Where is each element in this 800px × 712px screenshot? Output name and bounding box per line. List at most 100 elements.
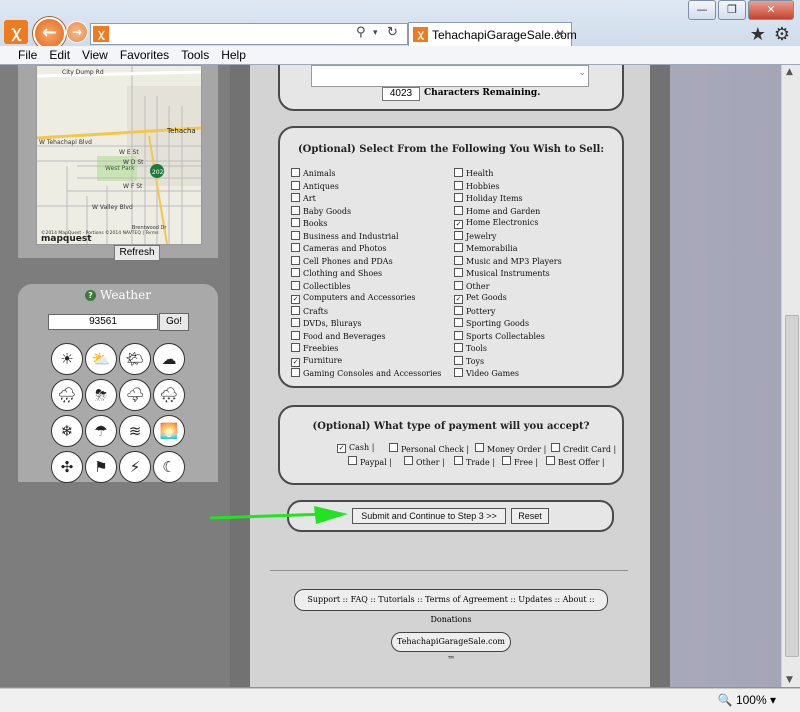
category-checkbox-item[interactable]: ✓ Computers and Accessories xyxy=(291,293,416,304)
browser-tab[interactable]: ꭓ TehachapiGarageSale.com ✕ xyxy=(408,22,577,47)
sunset-icon[interactable]: 🌅 xyxy=(153,415,185,447)
go-button[interactable]: Go! xyxy=(159,313,189,331)
checkbox-checked[interactable]: ✓ xyxy=(454,220,463,229)
zip-input[interactable]: 93561 xyxy=(48,314,158,330)
checkbox-unchecked[interactable] xyxy=(291,168,300,177)
checkbox-unchecked[interactable] xyxy=(454,280,463,290)
checkbox-unchecked[interactable] xyxy=(291,280,300,290)
category-checkbox-item[interactable]: Home and Garden xyxy=(454,205,540,216)
category-checkbox-item[interactable]: Clothing and Shoes xyxy=(291,268,382,278)
checkbox-unchecked[interactable] xyxy=(454,243,463,252)
submit-continue-button[interactable]: Submit and Continue to Step 3 >> xyxy=(352,508,506,524)
scroll-down-icon[interactable]: ▼ xyxy=(786,675,793,685)
moon-icon[interactable]: ☾ xyxy=(153,451,185,483)
payment-option[interactable]: Credit Card | xyxy=(551,443,616,454)
snow-icon[interactable]: ❄ xyxy=(51,415,83,447)
tab-close-icon[interactable]: ✕ xyxy=(555,27,565,41)
dropdown-arrow-icon[interactable]: ▾ xyxy=(373,28,378,38)
map-image[interactable]: 202 City Dump Rd Tehacha W Tehachapi Blv… xyxy=(36,65,202,245)
lightning-icon[interactable]: ⚡ xyxy=(119,451,151,483)
category-checkbox-item[interactable]: Health xyxy=(454,168,493,178)
payment-option[interactable]: Free | xyxy=(502,456,538,467)
category-checkbox-item[interactable]: Cell Phones and PDAs xyxy=(291,255,393,266)
category-checkbox-item[interactable]: Sporting Goods xyxy=(454,318,529,328)
payment-option[interactable]: Trade | xyxy=(454,456,495,467)
category-checkbox-item[interactable]: Baby Goods xyxy=(291,205,351,216)
category-checkbox-item[interactable]: Collectibles xyxy=(291,280,351,291)
checkbox-unchecked[interactable] xyxy=(291,318,300,327)
category-checkbox-item[interactable]: Sports Collectables xyxy=(454,330,545,341)
checkbox-unchecked[interactable] xyxy=(454,456,463,465)
category-checkbox-item[interactable]: ✓ Home Electronics xyxy=(454,218,538,229)
checkbox-unchecked[interactable] xyxy=(291,343,300,352)
payment-option[interactable]: Other | xyxy=(404,456,445,467)
menu-help[interactable]: Help xyxy=(221,48,246,62)
settings-gear-icon[interactable]: ⚙ xyxy=(774,24,790,45)
checkbox-unchecked[interactable] xyxy=(389,443,398,452)
checkbox-unchecked[interactable] xyxy=(291,205,300,215)
category-checkbox-item[interactable]: Memorabilia xyxy=(454,243,518,253)
checkbox-unchecked[interactable] xyxy=(291,180,300,190)
category-checkbox-item[interactable]: Other xyxy=(454,280,489,291)
payment-option[interactable]: Personal Check | xyxy=(389,443,469,454)
checkbox-unchecked[interactable] xyxy=(291,255,300,265)
category-checkbox-item[interactable]: Animals xyxy=(291,168,336,178)
waves-icon[interactable]: ≋ xyxy=(119,415,151,447)
reset-button[interactable]: Reset xyxy=(511,508,549,524)
category-checkbox-item[interactable]: Freebies xyxy=(291,343,338,353)
storm-icon[interactable]: ⛈ xyxy=(85,379,117,411)
category-checkbox-item[interactable]: Gaming Consoles and Accessories xyxy=(291,368,441,378)
checkbox-unchecked[interactable] xyxy=(454,305,463,315)
category-checkbox-item[interactable]: DVDs, Blurays xyxy=(291,318,361,328)
checkbox-unchecked[interactable] xyxy=(454,343,463,352)
checkbox-checked[interactable]: ✓ xyxy=(454,295,463,304)
checkbox-unchecked[interactable] xyxy=(454,368,463,377)
checkbox-unchecked[interactable] xyxy=(348,456,357,465)
category-checkbox-item[interactable]: Hobbies xyxy=(454,180,499,191)
checkbox-unchecked[interactable] xyxy=(291,230,300,240)
menu-tools[interactable]: Tools xyxy=(181,48,209,62)
category-checkbox-item[interactable]: Video Games xyxy=(454,368,519,378)
checkbox-checked[interactable]: ✓ xyxy=(337,444,346,453)
sun-cloud-icon[interactable]: 🌤 xyxy=(119,343,151,375)
footer-site-badge[interactable]: TehachapiGarageSale.com ™ xyxy=(391,632,511,664)
checkbox-checked[interactable]: ✓ xyxy=(291,295,300,304)
partly-sunny-icon[interactable]: ⛅ xyxy=(85,343,117,375)
category-checkbox-item[interactable]: Cameras and Photos xyxy=(291,243,387,253)
search-icon[interactable]: ⚲ xyxy=(356,25,366,40)
forward-button[interactable]: → xyxy=(66,21,88,43)
vertical-scrollbar[interactable]: ▲ ▼ xyxy=(781,65,800,687)
checkbox-unchecked[interactable] xyxy=(475,443,484,452)
scroll-thumb[interactable] xyxy=(785,315,799,657)
checkbox-unchecked[interactable] xyxy=(454,193,463,202)
cloud-icon[interactable]: ☁ xyxy=(153,343,185,375)
checkbox-unchecked[interactable] xyxy=(291,305,300,315)
menu-view[interactable]: View xyxy=(82,48,108,62)
checkbox-unchecked[interactable] xyxy=(551,443,560,452)
category-checkbox-item[interactable]: Antiques xyxy=(291,180,339,191)
textarea-scroll-icon[interactable]: ⌄ xyxy=(578,68,586,78)
checkbox-unchecked[interactable] xyxy=(291,243,300,252)
category-checkbox-item[interactable]: Music and MP3 Players xyxy=(454,255,562,266)
category-checkbox-item[interactable]: Books xyxy=(291,218,327,228)
payment-option[interactable]: ✓ Cash | xyxy=(337,443,374,453)
category-checkbox-item[interactable]: Tools xyxy=(454,343,487,353)
windsock-icon[interactable]: ⚑ xyxy=(85,451,117,483)
checkbox-unchecked[interactable] xyxy=(404,456,413,465)
favorites-star-icon[interactable]: ★ xyxy=(750,24,766,45)
maximize-button[interactable]: ❐ xyxy=(718,0,746,20)
zoom-control[interactable]: 🔍 100% ▾ xyxy=(718,693,776,707)
umbrella-icon[interactable]: ☂ xyxy=(85,415,117,447)
checkbox-unchecked[interactable] xyxy=(454,318,463,327)
weather-help-icon[interactable]: ? xyxy=(85,290,96,301)
hail-icon[interactable]: 🌨 xyxy=(153,379,185,411)
checkbox-unchecked[interactable] xyxy=(454,230,463,240)
payment-option[interactable]: Paypal | xyxy=(348,456,392,467)
menu-edit[interactable]: Edit xyxy=(49,48,70,62)
category-checkbox-item[interactable]: Jewelry xyxy=(454,230,496,241)
checkbox-checked[interactable]: ✓ xyxy=(291,357,300,367)
checkbox-unchecked[interactable] xyxy=(291,368,300,377)
checkbox-unchecked[interactable] xyxy=(454,255,463,265)
menu-favorites[interactable]: Favorites xyxy=(120,48,169,62)
sun-icon[interactable]: ☀ xyxy=(51,343,83,375)
